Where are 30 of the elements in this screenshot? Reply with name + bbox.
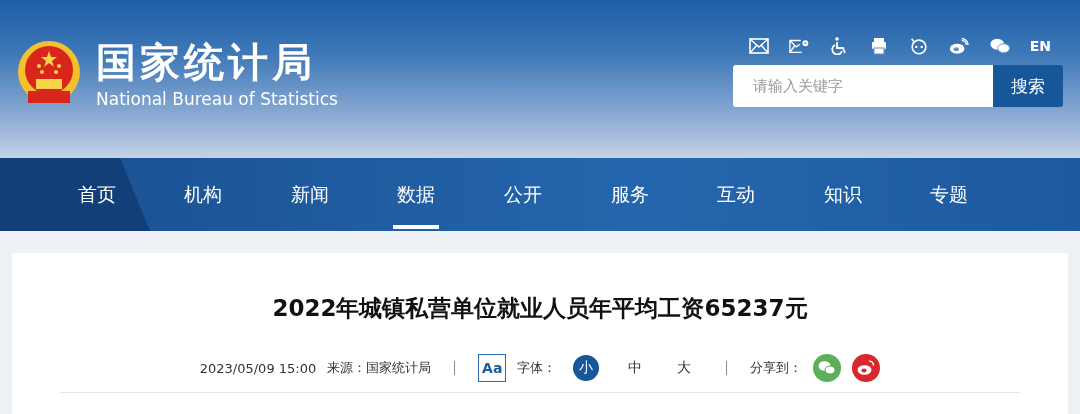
wechat-share-icon[interactable] (813, 354, 842, 382)
nav-tab[interactable]: 知识 (789, 158, 897, 231)
nav-tab[interactable]: 互动 (682, 158, 790, 231)
nav-tab[interactable]: 新闻 (256, 158, 364, 231)
mail-gear-icon[interactable] (789, 37, 810, 55)
article-source: 来源：国家统计局 (327, 359, 432, 377)
mail-icon[interactable] (749, 37, 769, 55)
font-size-option[interactable]: 中 (622, 355, 649, 381)
share-label: 分享到： (750, 359, 803, 377)
weibo-icon[interactable] (949, 37, 970, 55)
language-link[interactable]: EN (1029, 38, 1051, 54)
wechat-icon[interactable] (989, 37, 1010, 55)
nav-tab[interactable]: 数据 (363, 158, 470, 231)
site-title: 国家统计局 (96, 39, 317, 84)
nav-home-tab[interactable]: 首页 (0, 158, 150, 231)
nav-tab[interactable]: 公开 (469, 158, 577, 231)
font-size-option[interactable]: 小 (573, 355, 600, 381)
publish-date: 2023/05/09 15:00 (199, 360, 317, 376)
nav-tab[interactable]: 专题 (896, 158, 1003, 231)
font-size-label: 字体： (517, 359, 557, 377)
font-size-option[interactable]: 大 (671, 355, 698, 381)
nav-tab[interactable]: 机构 (150, 158, 257, 231)
robot-face-icon[interactable] (909, 37, 930, 55)
nav-tab[interactable]: 服务 (576, 158, 683, 231)
weibo-share-icon[interactable] (852, 354, 881, 382)
site-subtitle: National Bureau of Statistics (96, 89, 338, 109)
font-toggle-button[interactable]: Aa (478, 354, 507, 382)
search-field[interactable]: 请输入关键字 (733, 65, 993, 107)
search-button[interactable]: 搜索 (993, 65, 1063, 107)
article-title: 2022年城镇私营单位就业人员年平均工资65237元 (271, 294, 809, 323)
